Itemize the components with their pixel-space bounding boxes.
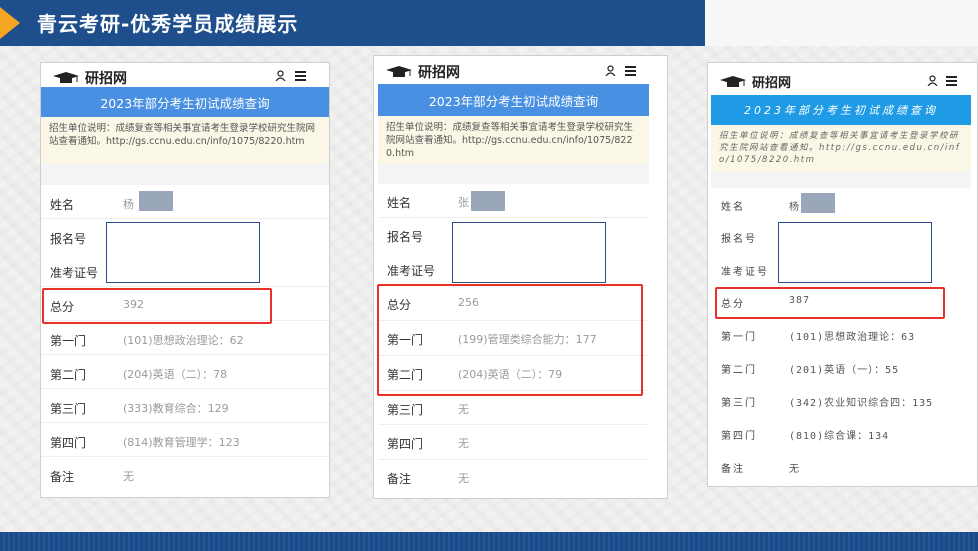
row-value: 张 bbox=[458, 196, 469, 209]
row-label: 第四门 bbox=[721, 431, 757, 442]
logo: 研招网 bbox=[53, 68, 127, 88]
graduation-cap-icon bbox=[386, 66, 412, 77]
row-subject-4: 第四门 (814)教育管理学：123 bbox=[41, 423, 329, 457]
query-banner: 2023年部分考生初试成绩查询 bbox=[41, 87, 329, 117]
spacer bbox=[378, 164, 649, 184]
logo: 研招网 bbox=[386, 62, 460, 82]
row-value: 无 bbox=[123, 470, 134, 483]
row-remark: 备注 无 bbox=[41, 457, 329, 491]
header-bar: 青云考研-优秀学员成绩展示 bbox=[0, 0, 705, 46]
row-remark: 备注 无 bbox=[711, 450, 971, 483]
row-label: 报名号 bbox=[387, 230, 424, 244]
menu-icon[interactable] bbox=[625, 66, 636, 76]
row-value: (814)教育管理学：123 bbox=[123, 436, 240, 449]
row-subject-4: 第四门 (810)综合课：134 bbox=[711, 417, 971, 450]
notice-text: 招生单位说明：成绩复查等相关事宜请考生登录学校研究生院网站查看通知。http:/… bbox=[711, 125, 971, 171]
row-label: 备注 bbox=[387, 472, 412, 486]
row-label: 备注 bbox=[721, 464, 745, 475]
spacer bbox=[711, 171, 971, 188]
header-arrow-icon bbox=[0, 7, 20, 39]
graduation-cap-icon bbox=[720, 75, 746, 87]
row-value: (101)思想政治理论：62 bbox=[123, 334, 244, 347]
row-subject-2: 第二门 (201)英语（一）：55 bbox=[711, 351, 971, 384]
redaction-box bbox=[452, 222, 606, 283]
app-topbar: 研招网 bbox=[708, 63, 977, 95]
row-value: (810)综合课：134 bbox=[789, 431, 890, 442]
row-label: 准考证号 bbox=[387, 264, 436, 278]
row-label: 第四门 bbox=[387, 437, 424, 451]
row-label: 准考证号 bbox=[721, 267, 769, 278]
row-label: 备注 bbox=[50, 470, 75, 484]
row-label: 第四门 bbox=[50, 436, 87, 450]
row-name: 姓名 杨 bbox=[41, 185, 329, 219]
menu-icon[interactable] bbox=[295, 71, 306, 81]
row-label: 第二门 bbox=[50, 368, 87, 382]
row-label: 姓名 bbox=[721, 202, 745, 213]
row-label: 第三门 bbox=[721, 398, 757, 409]
row-subject-3: 第三门 无 bbox=[378, 391, 649, 425]
row-subject-2: 第二门 (204)英语（二）：78 bbox=[41, 355, 329, 389]
row-value: (204)英语（二）：78 bbox=[123, 368, 228, 381]
row-remark: 备注 无 bbox=[378, 460, 649, 494]
row-subject-1: 第一门 (101)思想政治理论：62 bbox=[41, 321, 329, 355]
redaction-box bbox=[778, 222, 932, 283]
row-value: 杨 bbox=[789, 202, 800, 213]
row-value: 无 bbox=[458, 403, 469, 416]
app-topbar: 研招网 bbox=[41, 63, 329, 87]
row-value: 杨 bbox=[123, 198, 134, 211]
row-label: 第三门 bbox=[50, 402, 87, 416]
query-banner: 2023年部分考生初试成绩查询 bbox=[711, 95, 971, 125]
row-label: 第一门 bbox=[721, 332, 757, 343]
row-value: (101)思想政治理论：63 bbox=[789, 332, 916, 343]
privacy-mask bbox=[471, 191, 505, 211]
privacy-mask bbox=[801, 193, 835, 213]
row-subject-4: 第四门 无 bbox=[378, 425, 649, 460]
brand-name: 研招网 bbox=[418, 65, 460, 81]
row-label: 第二门 bbox=[721, 365, 757, 376]
privacy-mask bbox=[139, 191, 173, 211]
user-icon[interactable] bbox=[605, 65, 616, 76]
user-icon[interactable] bbox=[275, 70, 286, 81]
app-topbar: 研招网 bbox=[374, 56, 667, 84]
row-value: 无 bbox=[458, 472, 469, 485]
row-label: 第一门 bbox=[50, 334, 87, 348]
row-value: (333)教育综合：129 bbox=[123, 402, 229, 415]
row-name: 姓名 杨 bbox=[711, 188, 971, 220]
spacer bbox=[41, 163, 329, 185]
row-value: 无 bbox=[789, 464, 800, 475]
graduation-cap-icon bbox=[53, 72, 79, 83]
row-label: 准考证号 bbox=[50, 266, 99, 280]
row-label: 报名号 bbox=[50, 232, 87, 246]
row-subject-3: 第三门 (333)教育综合：129 bbox=[41, 389, 329, 423]
notice-text: 招生单位说明：成绩复查等相关事宜请考生登录学校研究生院网站查看通知。http:/… bbox=[378, 116, 649, 164]
query-banner: 2023年部分考生初试成绩查询 bbox=[378, 84, 649, 116]
row-value: (201)英语（一）：55 bbox=[789, 365, 900, 376]
row-label: 姓名 bbox=[387, 196, 412, 210]
row-label: 报名号 bbox=[721, 234, 757, 245]
row-value: (342)农业知识综合四：135 bbox=[789, 398, 934, 409]
row-label: 姓名 bbox=[50, 198, 75, 212]
redaction-box bbox=[106, 222, 260, 283]
row-subject-3: 第三门 (342)农业知识综合四：135 bbox=[711, 384, 971, 417]
highlight-box bbox=[42, 288, 272, 324]
menu-icon[interactable] bbox=[946, 76, 957, 86]
highlight-box bbox=[377, 284, 643, 396]
brand-name: 研招网 bbox=[752, 76, 792, 91]
page-title: 青云考研-优秀学员成绩展示 bbox=[37, 12, 299, 36]
brand-name: 研招网 bbox=[85, 71, 127, 87]
notice-text: 招生单位说明：成绩复查等相关事宜请考生登录学校研究生院网站查看通知。http:/… bbox=[41, 117, 329, 163]
footer-bar bbox=[0, 532, 978, 551]
row-label: 第三门 bbox=[387, 403, 424, 417]
highlight-box bbox=[715, 287, 945, 319]
header-bar-right bbox=[705, 0, 978, 46]
user-icon[interactable] bbox=[927, 75, 938, 86]
row-value: 无 bbox=[458, 437, 469, 450]
logo: 研招网 bbox=[720, 72, 791, 91]
row-name: 姓名 张 bbox=[378, 184, 649, 218]
row-subject-1: 第一门 (101)思想政治理论：63 bbox=[711, 318, 971, 351]
